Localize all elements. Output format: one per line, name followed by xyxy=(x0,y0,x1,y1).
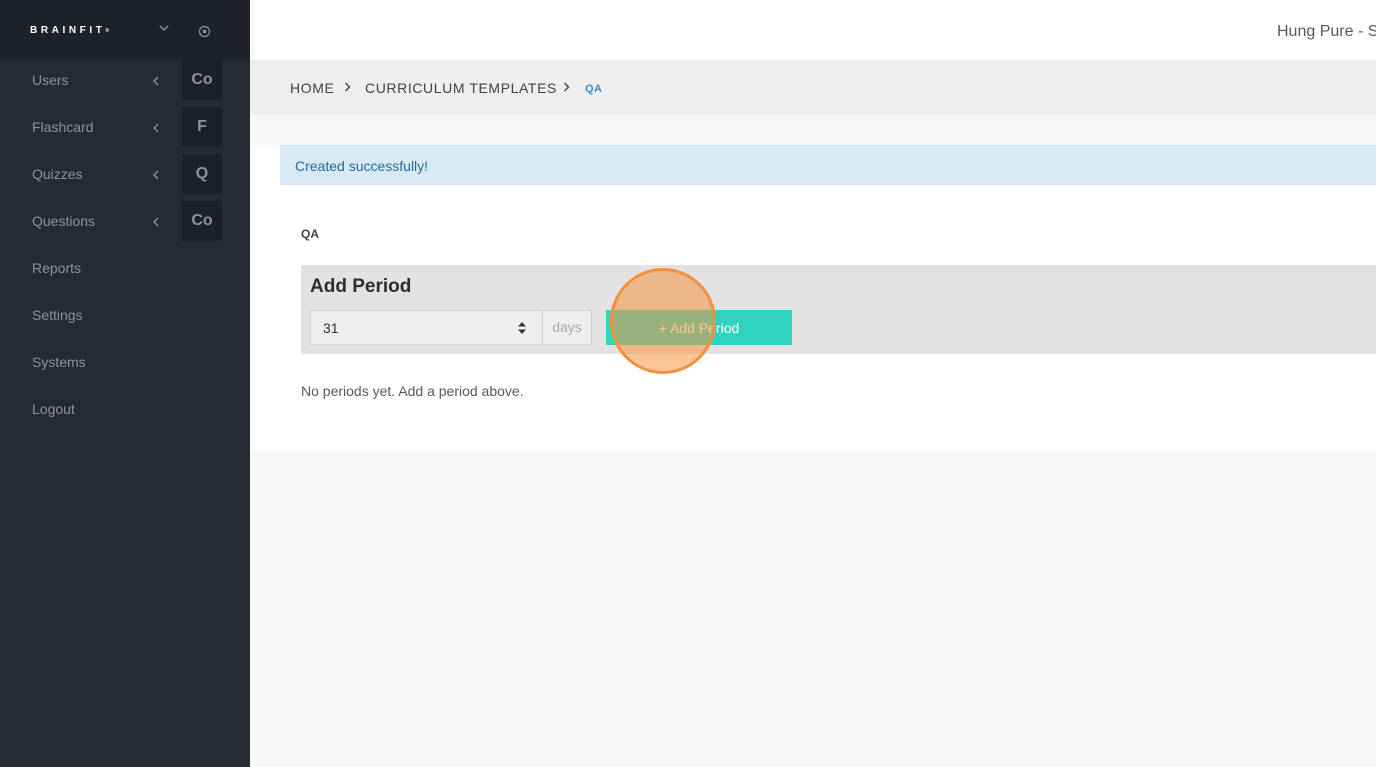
sidebar-item-questions[interactable]: Questions xyxy=(0,198,180,245)
sidebar-item-label: Users xyxy=(32,72,69,88)
breadcrumb-current: QA xyxy=(585,83,603,95)
sidebar-badge-flashcard[interactable]: F xyxy=(182,107,222,147)
days-unit-addon: days xyxy=(543,310,592,345)
sidebar-item-label: Reports xyxy=(32,260,82,276)
sidebar: BRAINFIT® Users Co Flashcard F Quizzes Q… xyxy=(0,0,250,767)
brand-name: BRAINFIT xyxy=(30,25,106,36)
chevron-right-icon xyxy=(345,82,351,92)
target-icon[interactable] xyxy=(198,25,211,38)
empty-periods-message: No periods yet. Add a period above. xyxy=(301,383,524,399)
sidebar-item-label: Flashcard xyxy=(32,119,94,135)
days-input[interactable]: 31 xyxy=(310,310,543,345)
top-bar: Hung Pure - S xyxy=(250,0,1376,60)
user-name[interactable]: Hung Pure - S xyxy=(1277,22,1376,42)
days-value: 31 xyxy=(323,320,339,336)
success-alert: Created successfully! xyxy=(280,145,1376,185)
breadcrumb-home[interactable]: HOME xyxy=(290,79,334,97)
section-title: QA xyxy=(301,227,319,241)
sidebar-item-users[interactable]: Users xyxy=(0,57,180,104)
alert-message: Created successfully! xyxy=(295,158,429,174)
sidebar-item-label: Logout xyxy=(32,401,75,417)
add-period-heading: Add Period xyxy=(310,276,412,297)
add-period-button[interactable]: + Add Period xyxy=(606,310,792,345)
brand-bar: BRAINFIT® xyxy=(0,0,250,60)
spinner-icon[interactable] xyxy=(517,321,527,335)
sidebar-item-label: Questions xyxy=(32,213,96,229)
sidebar-item-flashcard[interactable]: Flashcard xyxy=(0,104,180,151)
sidebar-item-reports[interactable]: Reports xyxy=(0,245,180,292)
sidebar-badge-questions[interactable]: Co xyxy=(182,201,222,241)
sidebar-item-settings[interactable]: Settings xyxy=(0,292,180,339)
sidebar-item-quizzes[interactable]: Quizzes xyxy=(0,151,180,198)
sidebar-item-logout[interactable]: Logout xyxy=(0,386,180,433)
chevron-right-icon xyxy=(564,82,570,92)
sidebar-item-systems[interactable]: Systems xyxy=(0,339,180,386)
breadcrumb: HOME CURRICULUM TEMPLATES QA xyxy=(250,60,1376,115)
sidebar-badge-users[interactable]: Co xyxy=(182,60,222,100)
chevron-down-icon[interactable] xyxy=(158,22,170,36)
chevron-left-icon xyxy=(153,123,159,133)
chevron-left-icon xyxy=(153,76,159,86)
chevron-left-icon xyxy=(153,170,159,180)
sidebar-item-label: Quizzes xyxy=(32,166,83,182)
add-period-panel: Add Period 31 days + Add Period xyxy=(301,265,1376,354)
brand-logo[interactable]: BRAINFIT® xyxy=(30,25,109,37)
sidebar-badge-quizzes[interactable]: Q xyxy=(182,154,222,194)
sidebar-item-label: Settings xyxy=(32,307,83,323)
sidebar-item-label: Systems xyxy=(32,354,86,370)
brand-mark: ® xyxy=(105,28,110,34)
content-spacer xyxy=(250,115,1376,145)
chevron-left-icon xyxy=(153,217,159,227)
breadcrumb-curriculum-templates[interactable]: CURRICULUM TEMPLATES xyxy=(365,79,557,97)
